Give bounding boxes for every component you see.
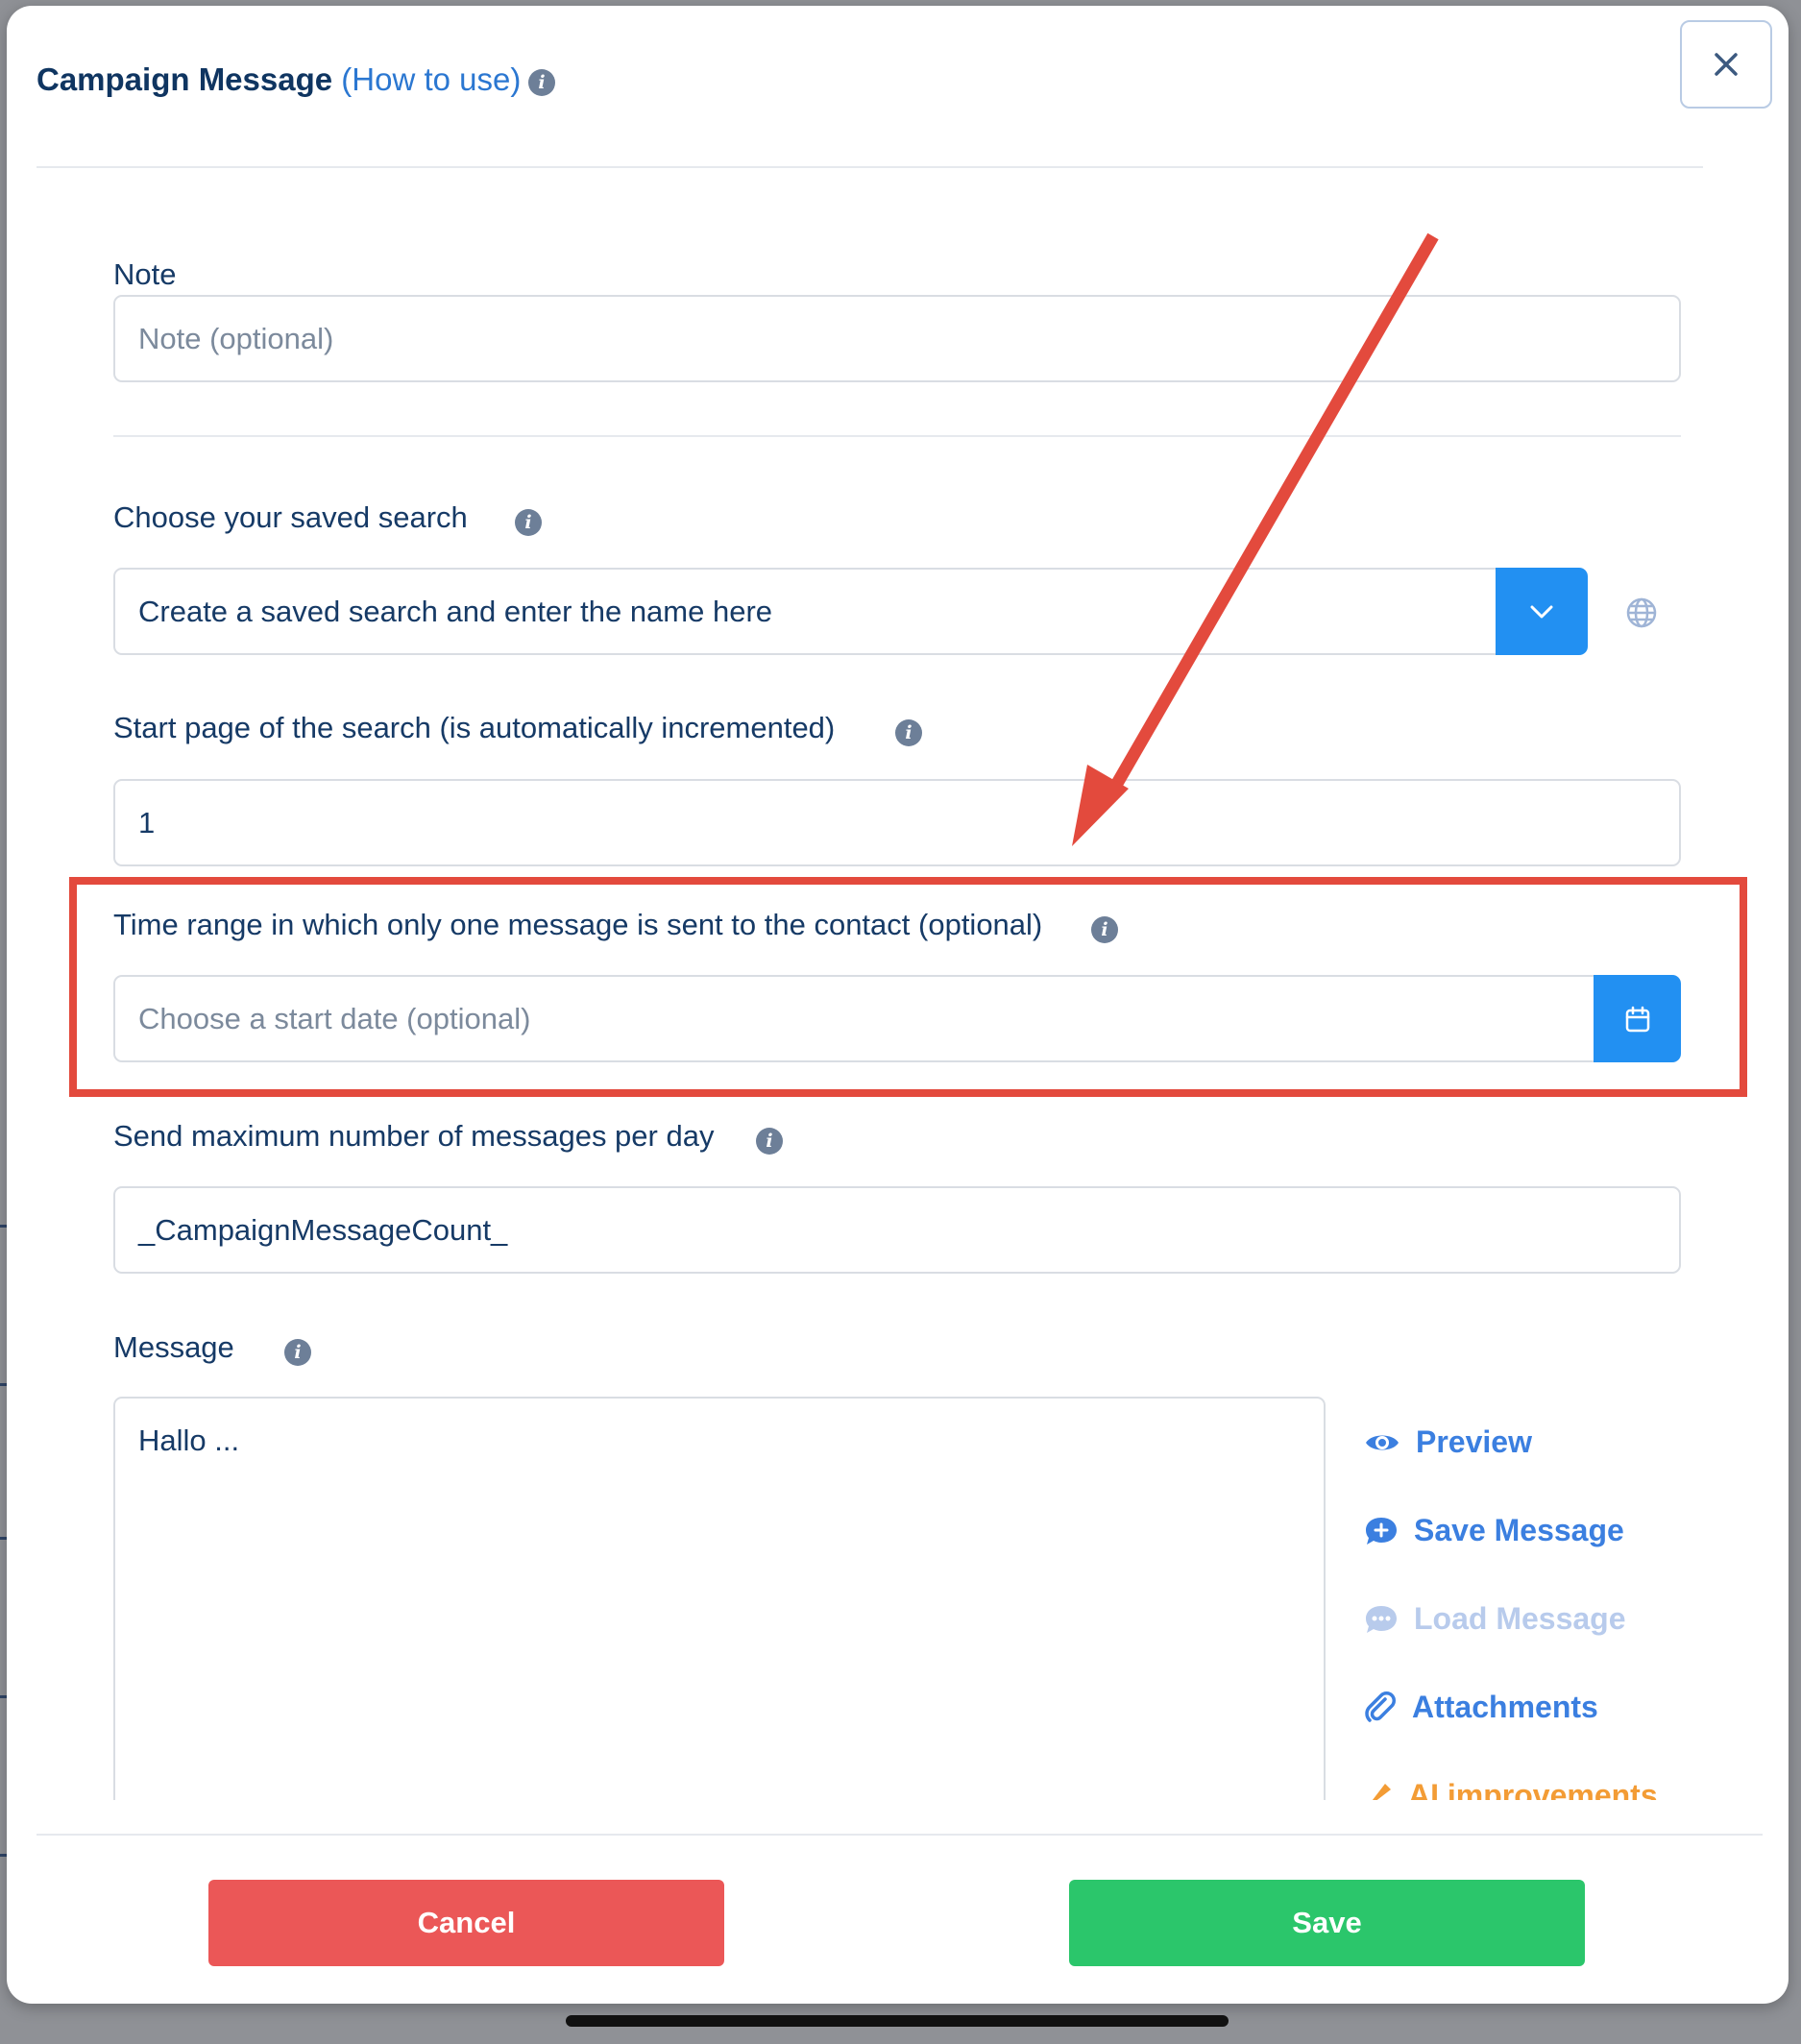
paperclip-icon	[1365, 1691, 1396, 1722]
close-button[interactable]	[1680, 20, 1772, 109]
info-icon[interactable]: i	[895, 719, 922, 746]
message-label: Message	[113, 1330, 234, 1364]
load-message-button[interactable]: Load Message	[1364, 1601, 1626, 1637]
max-messages-input[interactable]: _CampaignMessageCount_	[113, 1186, 1681, 1274]
note-label: Note	[113, 257, 177, 291]
date-picker-button[interactable]	[1594, 975, 1681, 1062]
globe-icon[interactable]	[1626, 597, 1657, 628]
load-message-label: Load Message	[1414, 1601, 1626, 1636]
saved-search-select[interactable]: Create a saved search and enter the name…	[113, 568, 1506, 655]
save-message-label: Save Message	[1414, 1513, 1624, 1547]
start-page-label: Start page of the search (is automatical…	[113, 711, 836, 744]
ai-improvements-clip: AI improvements	[1364, 1781, 1748, 1800]
cancel-button[interactable]: Cancel	[208, 1880, 724, 1966]
time-range-label: Time range in which only one message is …	[113, 908, 1043, 941]
magic-icon	[1372, 1783, 1391, 1800]
how-to-use-link[interactable]: (How to use)	[341, 61, 521, 97]
campaign-message-modal: Campaign Message (How to use) i Note Not…	[7, 6, 1789, 2004]
chevron-down-icon	[1530, 605, 1553, 618]
max-messages-label: Send maximum number of messages per day	[113, 1119, 715, 1153]
section-divider	[113, 435, 1681, 437]
info-icon[interactable]: i	[756, 1128, 783, 1155]
modal-title: Campaign Message (How to use)	[37, 61, 521, 98]
calendar-icon	[1625, 1006, 1649, 1032]
save-message-button[interactable]: Save Message	[1364, 1513, 1624, 1548]
info-icon[interactable]: i	[515, 509, 542, 536]
save-button[interactable]: Save	[1069, 1880, 1585, 1966]
note-input[interactable]: Note (optional)	[113, 295, 1681, 382]
start-date-input[interactable]: Choose a start date (optional)	[113, 975, 1600, 1062]
chat-dots-icon	[1366, 1605, 1397, 1633]
footer-divider	[37, 1834, 1763, 1836]
preview-label: Preview	[1416, 1424, 1532, 1459]
ai-improvements-label: AI improvements	[1408, 1781, 1658, 1800]
close-icon	[1715, 53, 1738, 76]
saved-search-label: Choose your saved search	[113, 500, 468, 534]
start-page-input[interactable]: 1	[113, 779, 1681, 866]
attachments-button[interactable]: Attachments	[1364, 1690, 1598, 1725]
attachments-label: Attachments	[1412, 1690, 1598, 1724]
chat-plus-icon	[1366, 1517, 1397, 1545]
ai-improvements-button[interactable]: AI improvements	[1364, 1781, 1658, 1800]
modal-title-text: Campaign Message	[37, 61, 333, 97]
info-icon[interactable]: i	[528, 69, 555, 96]
preview-button[interactable]: Preview	[1364, 1424, 1532, 1460]
info-icon[interactable]: i	[1091, 916, 1118, 943]
home-indicator	[566, 2015, 1229, 2027]
info-icon[interactable]: i	[284, 1339, 311, 1366]
message-textarea[interactable]: Hallo ...	[113, 1397, 1326, 1800]
eye-icon	[1366, 1435, 1399, 1449]
saved-search-dropdown-button[interactable]	[1496, 568, 1588, 655]
header-divider	[37, 166, 1703, 168]
